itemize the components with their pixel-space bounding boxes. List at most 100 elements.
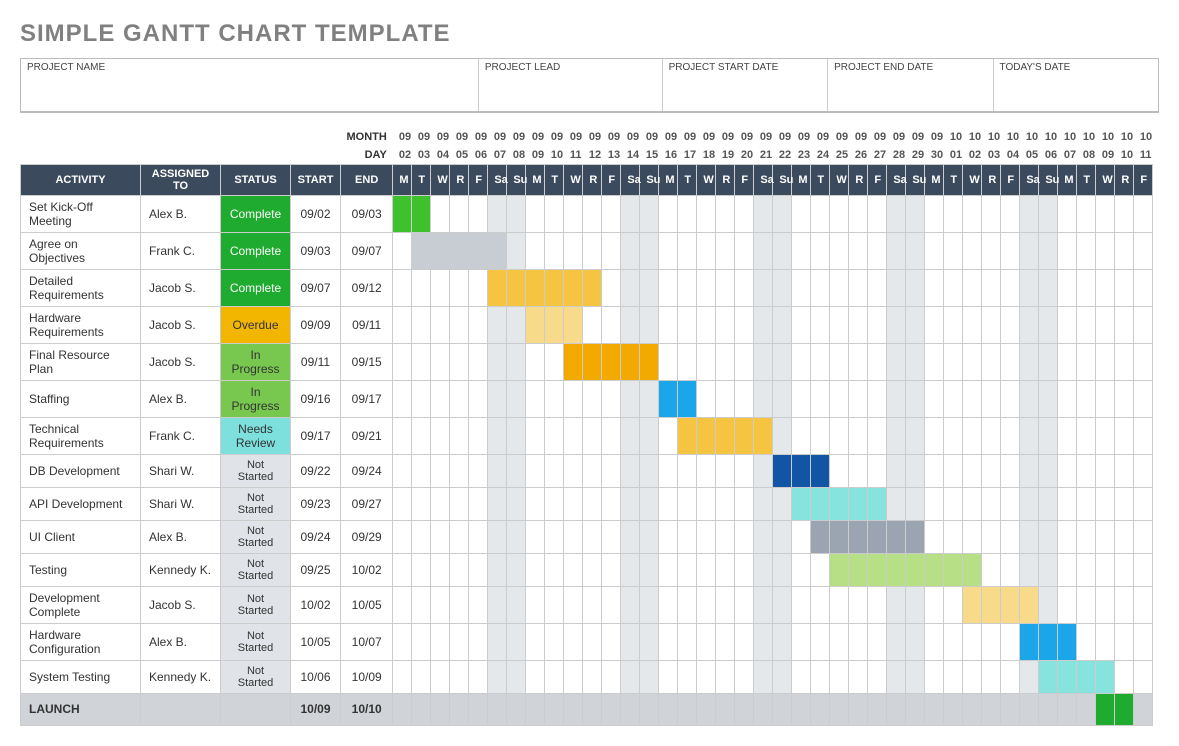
task-status[interactable]: Not Started [221,454,291,487]
task-activity: DB Development [21,454,141,487]
task-status[interactable]: Not Started [221,553,291,586]
gantt-cell [393,232,412,269]
task-start: 09/24 [291,520,341,553]
gantt-cell [963,195,982,232]
task-activity: Technical Requirements [21,417,141,454]
gantt-cell [811,380,830,417]
gantt-cell [488,520,507,553]
task-assigned: Jacob S. [141,269,221,306]
project-start-date-field[interactable]: PROJECT START DATE [663,59,828,111]
gantt-cell [925,693,944,725]
gantt-cell [830,417,849,454]
project-lead-label: PROJECT LEAD [479,59,662,76]
project-end-date-field[interactable]: PROJECT END DATE [828,59,993,111]
gantt-cell [678,693,697,725]
task-start: 09/23 [291,487,341,520]
task-assigned: Shari W. [141,454,221,487]
day-cell: 03 [982,146,1001,164]
header-status: STATUS [221,164,291,195]
gantt-cell [906,417,925,454]
gantt-cell [412,454,431,487]
day-cell: 01 [944,146,963,164]
gantt-cell [716,343,735,380]
gantt-cell [526,693,545,725]
task-start: 09/25 [291,553,341,586]
gantt-cell [412,343,431,380]
task-status[interactable]: In Progress [221,380,291,417]
page-title: SIMPLE GANTT CHART TEMPLATE [20,20,1159,48]
gantt-cell [792,586,811,623]
gantt-cell [1134,520,1153,553]
task-status[interactable]: Not Started [221,660,291,693]
task-status[interactable]: Complete [221,195,291,232]
task-start: 10/02 [291,586,341,623]
gantt-cell [754,232,773,269]
gantt-cell [640,520,659,553]
gantt-cell [393,487,412,520]
todays-date-field[interactable]: TODAY'S DATE [994,59,1158,111]
task-status[interactable]: Overdue [221,306,291,343]
task-end: 10/05 [341,586,393,623]
task-end: 09/27 [341,487,393,520]
task-status[interactable]: Not Started [221,487,291,520]
task-status[interactable]: Complete [221,269,291,306]
gantt-cell [583,195,602,232]
gantt-cell [735,232,754,269]
task-status[interactable]: Not Started [221,623,291,660]
task-status[interactable] [221,693,291,725]
task-status[interactable]: Complete [221,232,291,269]
task-start: 09/02 [291,195,341,232]
gantt-cell [431,343,450,380]
gantt-cell [697,520,716,553]
gantt-cell [1077,660,1096,693]
gantt-cell [735,269,754,306]
gantt-cell [1096,343,1115,380]
gantt-cell [450,380,469,417]
gantt-cell [811,693,830,725]
gantt-cell [830,520,849,553]
task-activity: Hardware Configuration [21,623,141,660]
gantt-cell [431,195,450,232]
project-name-field[interactable]: PROJECT NAME [21,59,479,111]
gantt-cell [507,343,526,380]
gantt-cell [469,306,488,343]
gantt-cell [1058,660,1077,693]
task-status[interactable]: Not Started [221,520,291,553]
gantt-cell [1001,232,1020,269]
gantt-cell [811,269,830,306]
gantt-cell [697,660,716,693]
task-status[interactable]: In Progress [221,343,291,380]
gantt-cell [507,454,526,487]
gantt-cell [792,553,811,586]
gantt-cell [431,380,450,417]
gantt-cell [830,454,849,487]
gantt-cell [1020,586,1039,623]
project-lead-field[interactable]: PROJECT LEAD [479,59,663,111]
gantt-cell [1096,553,1115,586]
gantt-cell [944,487,963,520]
gantt-cell [1096,195,1115,232]
gantt-cell [640,232,659,269]
gantt-cell [1039,232,1058,269]
dow-cell: W [1096,164,1115,195]
task-activity: API Development [21,487,141,520]
gantt-cell [887,693,906,725]
task-status[interactable]: Needs Review [221,417,291,454]
gantt-cell [583,623,602,660]
day-cell: 11 [1134,146,1153,164]
gantt-cell [393,660,412,693]
dow-cell: W [830,164,849,195]
dow-cell: T [1077,164,1096,195]
dow-cell: M [659,164,678,195]
gantt-cell [1001,195,1020,232]
gantt-cell [773,660,792,693]
gantt-cell [773,520,792,553]
month-cell: 10 [1001,128,1020,146]
gantt-cell [735,520,754,553]
gantt-cell [963,380,982,417]
dow-cell: F [1134,164,1153,195]
gantt-cell [545,623,564,660]
month-cell: 09 [526,128,545,146]
gantt-cell [944,232,963,269]
task-status[interactable]: Not Started [221,586,291,623]
